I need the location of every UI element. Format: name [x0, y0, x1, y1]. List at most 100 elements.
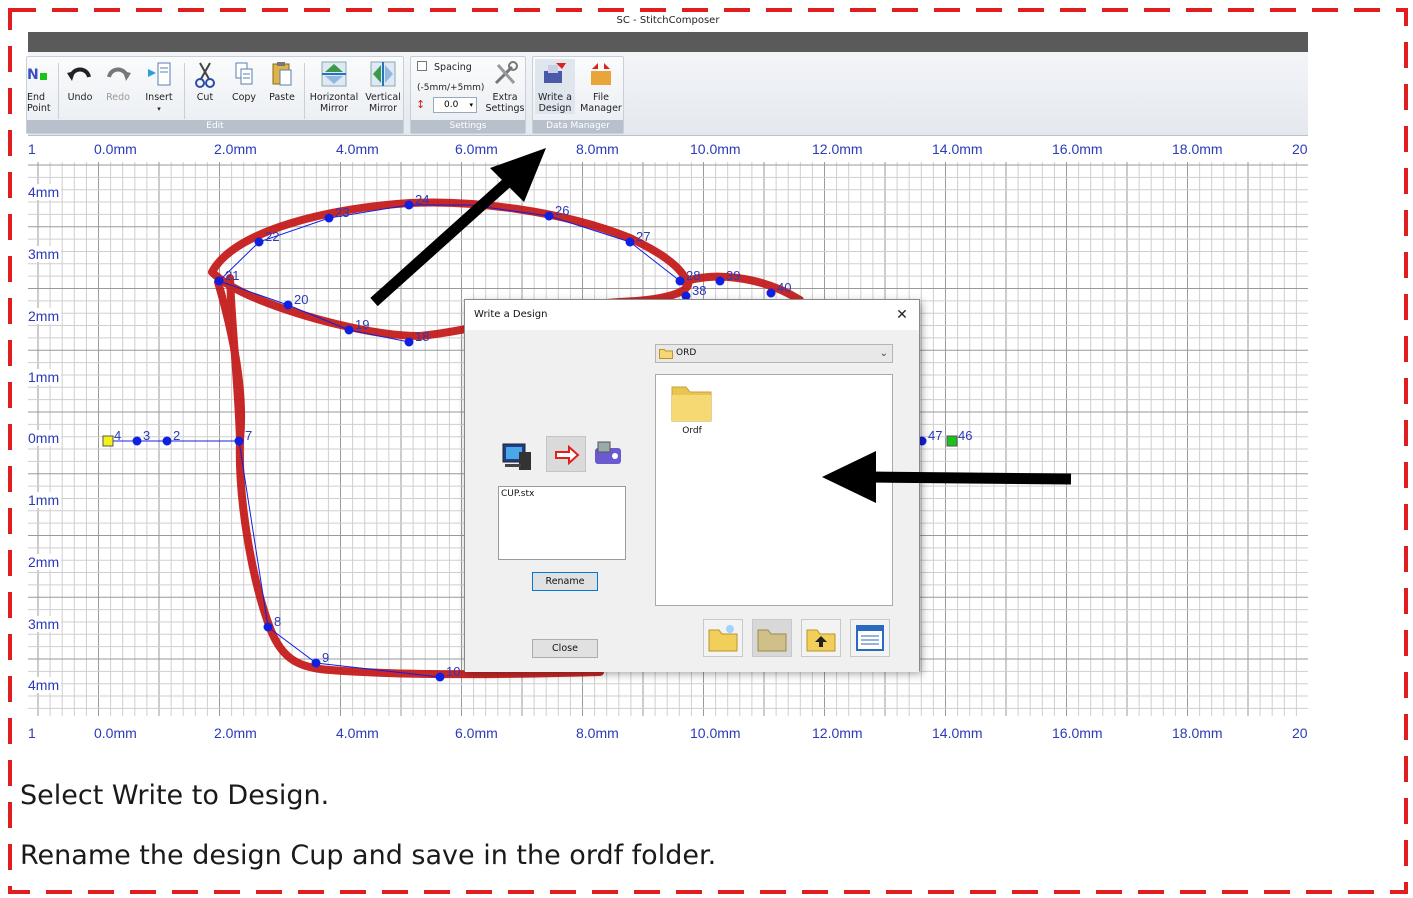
stitch-point[interactable] [946, 435, 958, 447]
extra-settings-button[interactable]: Extra Settings [483, 59, 527, 114]
stitch-point[interactable] [311, 658, 321, 668]
vertical-mirror-button[interactable]: Vertical Mirror [363, 59, 403, 114]
stitch-point[interactable] [435, 672, 445, 682]
stitch-point-label: 19 [355, 317, 369, 332]
horizontal-mirror-button[interactable]: Horizontal Mirror [307, 59, 361, 114]
write-design-icon [535, 59, 575, 89]
stitch-point-label: 7 [245, 428, 252, 443]
edit-group-label: Edit [27, 120, 403, 133]
ruler-label: 18.0mm [1172, 141, 1223, 157]
y-axis-label: 3mm [28, 246, 62, 262]
spacing-checkbox[interactable]: Spacing [417, 61, 472, 73]
rename-button[interactable]: Rename [532, 572, 598, 591]
stitch-point-label: 40 [777, 280, 791, 295]
stitch-point[interactable] [544, 211, 554, 221]
y-axis-label: 2mm [28, 554, 62, 570]
folder-contents-pane[interactable]: Ordf [655, 374, 893, 606]
ruler-label: 4.0mm [336, 725, 379, 741]
close-button[interactable]: Close [532, 639, 598, 658]
stitch-point-label: 9 [322, 650, 329, 665]
stitch-point[interactable] [254, 237, 264, 247]
stitch-point[interactable] [132, 436, 142, 446]
stitch-point-label: 23 [335, 205, 349, 220]
design-file-list[interactable]: CUP.stx [498, 486, 626, 560]
dialog-title: Write a Design [465, 300, 919, 330]
file-item[interactable]: CUP.stx [501, 489, 623, 499]
stitch-point-label: 22 [265, 229, 279, 244]
stitch-point[interactable] [715, 276, 725, 286]
paste-icon [265, 59, 299, 89]
settings-group-label: Settings [411, 120, 525, 133]
copy-icon [227, 59, 261, 89]
vertical-mirror-icon [363, 59, 403, 89]
copy-button[interactable]: Copy [227, 59, 261, 103]
ruler-label: 10.0mm [690, 725, 741, 741]
folder-icon [671, 386, 712, 422]
up-folder-button[interactable] [801, 619, 841, 657]
tools-icon [483, 59, 527, 89]
data-manager-group: Write a Design File Manager Data Manager [532, 56, 624, 134]
stitch-point[interactable] [324, 213, 334, 223]
cup-back-stitch [226, 274, 244, 444]
file-manager-button[interactable]: File Manager [579, 59, 623, 114]
stitch-point-label: 10 [446, 664, 460, 679]
stitch-point-label: 38 [692, 283, 706, 298]
stitch-point[interactable] [214, 276, 224, 286]
new-folder-icon [708, 625, 738, 652]
ruler-label: 0.0mm [94, 725, 137, 741]
paste-button[interactable]: Paste [265, 59, 299, 103]
stitch-point[interactable] [344, 325, 354, 335]
stitch-point-label: 20 [294, 292, 308, 307]
open-folder-button[interactable] [752, 619, 792, 657]
open-folder-icon [757, 629, 787, 652]
y-axis-label: 0mm [28, 430, 62, 446]
ruler-label: 0.0mm [94, 141, 137, 157]
ribbon-tab-strip [28, 32, 1308, 52]
ribbon: N End Point Undo Redo Insert ▾ Cut Copy … [26, 52, 1308, 136]
spacing-range-label: (-5mm/+5mm) [417, 83, 485, 93]
undo-button[interactable]: Undo [63, 59, 97, 103]
transfer-arrow-button[interactable] [546, 436, 586, 472]
ruler-label: 20 [1292, 141, 1308, 157]
y-axis-label: 4mm [28, 184, 62, 200]
redo-button[interactable]: Redo [101, 59, 135, 103]
stitch-point[interactable] [102, 435, 114, 447]
instruction-line-1: Select Write to Design. [20, 780, 330, 811]
stitch-point[interactable] [404, 337, 414, 347]
ruler-label: 8.0mm [576, 141, 619, 157]
y-axis-label: 4mm [28, 677, 62, 693]
stitch-point[interactable] [162, 436, 172, 446]
folder-item-ordf[interactable]: Ordf [670, 381, 714, 436]
bottom-ruler: 1 0.0mm 2.0mm 4.0mm 6.0mm 8.0mm 10.0mm 1… [28, 722, 1308, 744]
folder-dropdown[interactable]: ORD ⌄ [655, 344, 893, 363]
spacing-stepper[interactable]: 0.0 ▾ [433, 97, 477, 113]
ruler-label: 18.0mm [1172, 725, 1223, 741]
stitch-point[interactable] [283, 300, 293, 310]
file-manager-icon [579, 59, 623, 89]
instruction-line-2: Rename the design Cup and save in the or… [20, 840, 717, 871]
stitch-point[interactable] [675, 276, 685, 286]
write-a-design-button[interactable]: Write a Design [535, 59, 575, 114]
settings-group: Spacing (-5mm/+5mm) ↕ 0.0 ▾ Extra Settin… [410, 56, 526, 134]
stitch-point[interactable] [234, 436, 244, 446]
edit-group: N End Point Undo Redo Insert ▾ Cut Copy … [26, 56, 404, 134]
y-axis-label: 1mm [28, 492, 62, 508]
stitch-point-label: 8 [274, 614, 281, 629]
dialog-close-icon[interactable]: ✕ [893, 306, 911, 324]
ruler-label: 14.0mm [932, 725, 983, 741]
stitch-point[interactable] [625, 237, 635, 247]
stitch-point[interactable] [766, 288, 776, 298]
stitch-point[interactable] [404, 200, 414, 210]
new-folder-button[interactable] [703, 619, 743, 657]
stitch-point-label: 2 [173, 428, 180, 443]
list-view-button[interactable] [850, 619, 890, 657]
insert-button[interactable]: Insert ▾ [139, 59, 179, 115]
stitch-point-label: 39 [726, 268, 740, 283]
window-title: SC - StitchComposer [28, 10, 1308, 32]
cut-button[interactable]: Cut [189, 59, 221, 103]
stitch-point-label: 27 [636, 229, 650, 244]
stitch-point[interactable] [263, 622, 273, 632]
stitch-point-label: 28 [686, 268, 700, 283]
end-point-button[interactable]: N End Point [27, 59, 57, 114]
top-ruler: 1 0.0mm 2.0mm 4.0mm 6.0mm 8.0mm 10.0mm 1… [28, 138, 1308, 160]
